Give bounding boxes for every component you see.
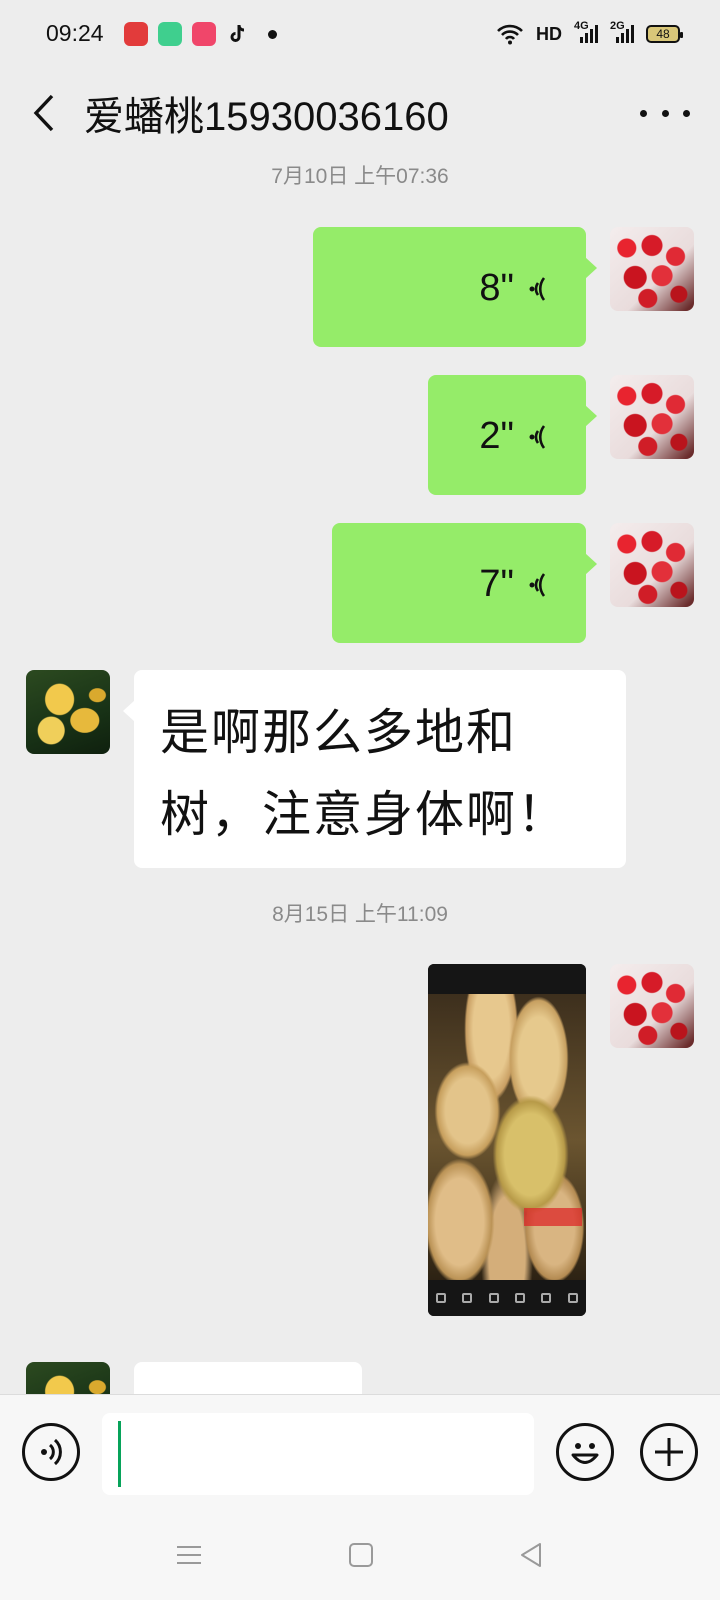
voice-message: 2" xyxy=(479,415,550,458)
hd-label: HD xyxy=(536,23,562,44)
message-timestamp: 8月15日 上午11:09 xyxy=(272,903,448,926)
voice-duration: 2" xyxy=(479,415,514,457)
message-timestamp: 7月10日 上午07:36 xyxy=(271,165,449,188)
chat-messages[interactable]: 7月10日 上午07:36 8" 2" 7" 是啊那么多地和树，注意身体啊！ 8… xyxy=(0,158,720,1394)
status-time: 09:24 xyxy=(46,20,104,46)
green-app-icon xyxy=(158,22,182,46)
voice-message: 7" xyxy=(479,563,550,606)
back-triangle-icon[interactable] xyxy=(518,1542,544,1568)
home-square-icon[interactable] xyxy=(348,1542,374,1568)
peaches-photo xyxy=(428,994,586,1286)
chat-header: 爱蟠桃15930036160 xyxy=(0,68,720,158)
menu-lines-icon[interactable] xyxy=(176,1542,202,1568)
system-navigation-bar xyxy=(0,1512,720,1600)
image-watermark xyxy=(524,1208,582,1226)
signal-1: 4G xyxy=(574,21,598,43)
image-message[interactable] xyxy=(428,964,586,1316)
message-text: 是啊那么多地和树，注意身体啊！ xyxy=(160,704,569,843)
back-button[interactable] xyxy=(28,90,68,136)
voice-message-bubble[interactable]: 7" xyxy=(332,523,597,643)
my-avatar[interactable] xyxy=(610,227,694,311)
text-caret xyxy=(118,1421,121,1487)
text-message-bubble[interactable] xyxy=(134,1362,362,1394)
chevron-left-icon xyxy=(33,94,54,132)
battery-level: 48 xyxy=(656,27,670,41)
emoji-button[interactable] xyxy=(556,1423,614,1481)
more-dot-icon xyxy=(683,109,690,117)
voice-wave-icon xyxy=(529,572,546,597)
voice-wave-icon xyxy=(529,276,546,301)
notification-dot-icon xyxy=(268,30,277,39)
voice-message: 8" xyxy=(479,267,550,310)
plus-icon xyxy=(655,1438,683,1466)
voice-duration: 7" xyxy=(479,563,514,605)
more-options-button[interactable] xyxy=(640,98,690,128)
voice-wave-icon xyxy=(529,424,546,449)
voice-mode-icon xyxy=(41,1438,62,1466)
tiktok-icon xyxy=(226,22,250,46)
image-toolbar-strip xyxy=(428,1280,586,1316)
voice-input-button[interactable] xyxy=(22,1423,80,1481)
my-avatar[interactable] xyxy=(610,523,694,607)
text-message-bubble[interactable]: 是啊那么多地和树，注意身体啊！ xyxy=(123,670,626,868)
net-type-2: 2G xyxy=(610,20,625,32)
more-dot-icon xyxy=(661,109,669,117)
emoji-face-icon xyxy=(571,1443,599,1464)
more-dot-icon xyxy=(640,109,647,117)
status-bar: 09:24 HD 4G 2G 48 xyxy=(0,0,720,68)
peer-avatar[interactable] xyxy=(26,1362,110,1394)
peer-avatar[interactable] xyxy=(26,670,110,754)
my-avatar[interactable] xyxy=(610,964,694,1048)
pink-play-app-icon xyxy=(192,22,216,46)
more-functions-button[interactable] xyxy=(640,1423,698,1481)
message-input[interactable] xyxy=(102,1413,534,1495)
signal-2: 2G xyxy=(610,21,634,43)
voice-message-bubble[interactable]: 2" xyxy=(428,375,597,495)
chat-title: 爱蟠桃15930036160 xyxy=(84,95,449,139)
voice-duration: 8" xyxy=(479,267,514,309)
my-avatar[interactable] xyxy=(610,375,694,459)
image-status-strip xyxy=(428,964,586,994)
net-type-1: 4G xyxy=(574,20,589,32)
status-right-group: HD 4G 2G 48 xyxy=(496,18,683,50)
wifi-icon xyxy=(497,24,523,45)
battery-icon: 48 xyxy=(646,25,683,43)
message-input-bar xyxy=(0,1394,720,1512)
voice-message-bubble[interactable]: 8" xyxy=(313,227,597,347)
red-heart-app-icon xyxy=(124,22,148,46)
